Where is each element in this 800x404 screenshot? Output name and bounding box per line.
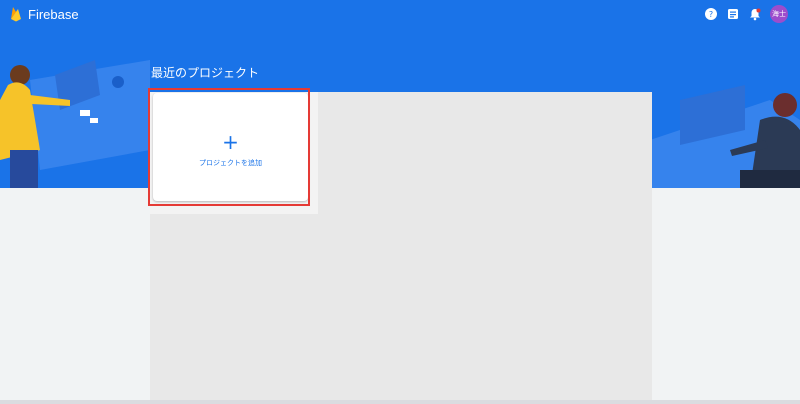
notifications-icon[interactable]: [748, 7, 762, 21]
section-title: 最近のプロジェクト: [151, 66, 260, 80]
firebase-brand[interactable]: Firebase: [10, 4, 79, 24]
help-icon[interactable]: ?: [704, 7, 718, 21]
app-name: Firebase: [28, 6, 79, 22]
header-actions: ? 海士: [704, 5, 788, 23]
avatar[interactable]: 海士: [770, 5, 788, 23]
highlight-box: [148, 88, 310, 206]
svg-text:?: ?: [709, 10, 713, 19]
bottom-edge: [0, 400, 800, 404]
hero-illustration-left: [0, 60, 150, 188]
top-bar: Firebase ? 海士: [0, 0, 800, 28]
hero-illustration-right: [650, 85, 800, 188]
firebase-logo-icon: [10, 6, 22, 22]
notes-icon[interactable]: [726, 7, 740, 21]
